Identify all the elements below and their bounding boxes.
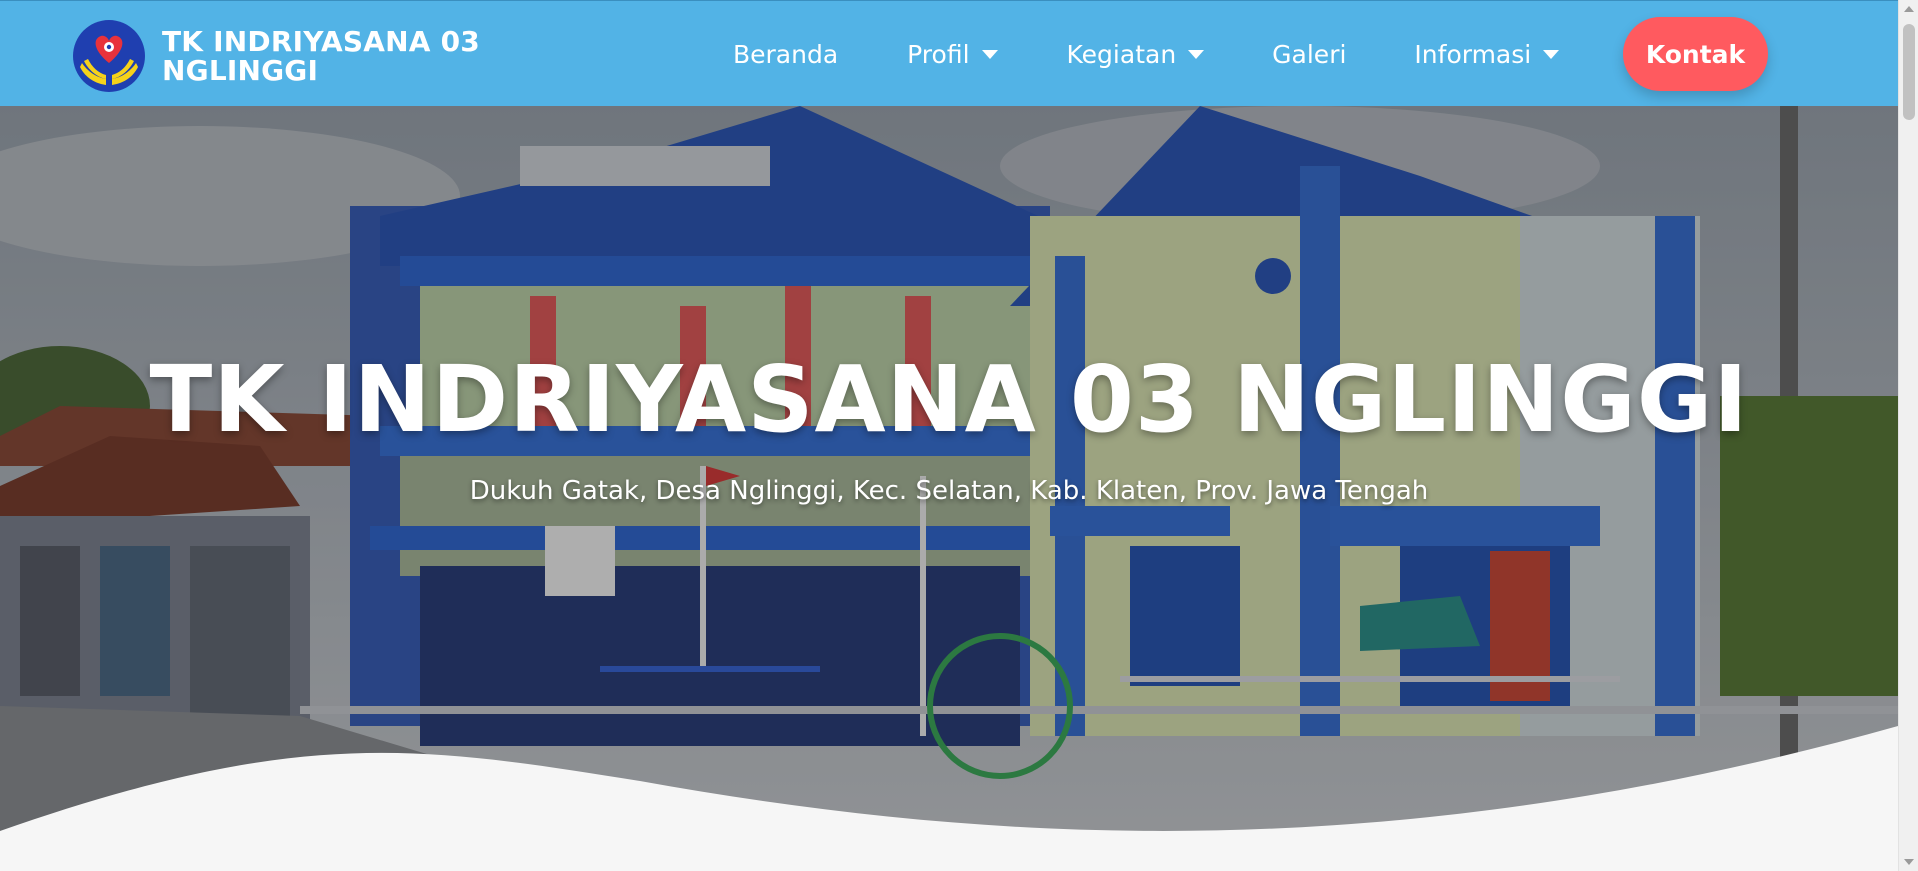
main-nav: Beranda Profil Kegiatan Galeri Informasi — [733, 1, 1560, 107]
nav-item-profil[interactable]: Profil — [907, 39, 998, 69]
scroll-thumb[interactable] — [1903, 24, 1915, 120]
scroll-up-icon[interactable] — [1904, 6, 1914, 12]
chevron-down-icon — [1543, 49, 1560, 59]
brand[interactable]: TK INDRIYASANA 03 NGLINGGI — [72, 19, 482, 93]
hero-title: TK INDRIYASANA 03 NGLINGGI — [149, 346, 1749, 453]
chevron-down-icon — [981, 49, 998, 59]
nav-label: Galeri — [1272, 39, 1347, 69]
nav-label: Beranda — [733, 39, 839, 69]
brand-name: TK INDRIYASANA 03 NGLINGGI — [162, 25, 480, 87]
nav-item-beranda[interactable]: Beranda — [733, 40, 838, 69]
nav-item-kegiatan[interactable]: Kegiatan — [1067, 40, 1205, 69]
hero-subtitle: Dukuh Gatak, Desa Nglinggi, Kec. Selatan… — [469, 476, 1429, 506]
scroll-down-icon[interactable] — [1904, 859, 1914, 865]
nav-item-galeri[interactable]: Galeri — [1272, 40, 1346, 69]
nav-item-informasi[interactable]: Informasi — [1414, 39, 1560, 69]
nav-label: Profil — [907, 39, 970, 69]
nav-label: Kegiatan — [1066, 39, 1177, 69]
hero-section: TK INDRIYASANA 03 NGLINGGI Dukuh Gatak, … — [0, 106, 1898, 871]
chevron-down-icon — [1188, 49, 1205, 59]
page-scrollbar[interactable] — [1898, 0, 1918, 871]
nav-label: Informasi — [1414, 39, 1532, 69]
heart-hands-logo-icon — [73, 20, 145, 92]
kontak-button[interactable]: Kontak — [1623, 17, 1768, 91]
site-header: TK INDRIYASANA 03 NGLINGGI Beranda Profi… — [0, 0, 1898, 106]
